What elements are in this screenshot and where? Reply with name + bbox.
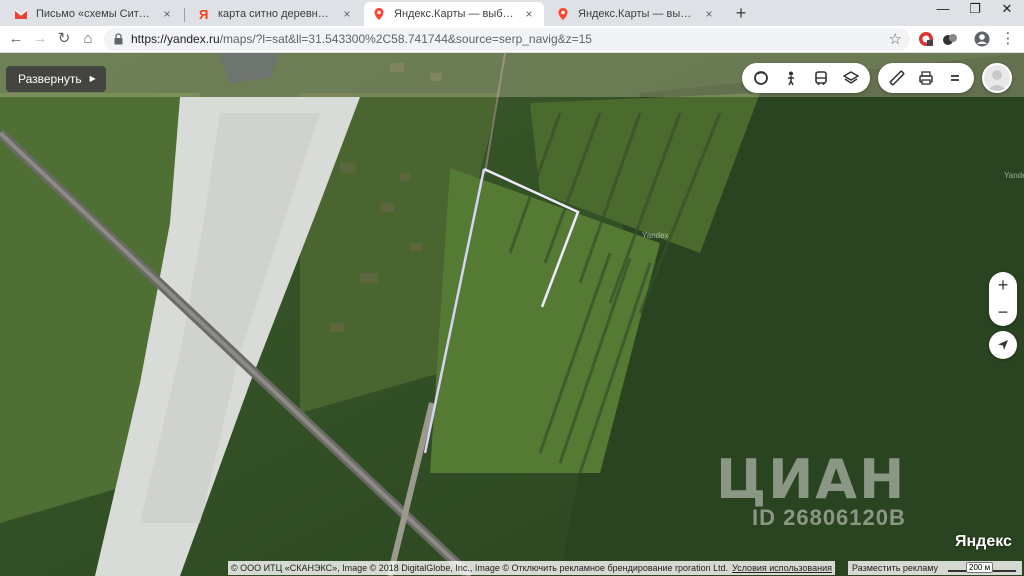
tab-divider bbox=[184, 8, 185, 22]
zoom-in-button[interactable]: + bbox=[989, 272, 1017, 299]
zoom-control: + − bbox=[989, 272, 1017, 326]
zoom-out-button[interactable]: − bbox=[989, 299, 1017, 326]
svg-text:Я: Я bbox=[199, 7, 208, 21]
close-icon[interactable]: × bbox=[522, 7, 536, 21]
map-top-band bbox=[0, 53, 1024, 97]
url-path: /maps/?l=sat&ll=31.543300%2C58.741744&so… bbox=[219, 32, 592, 46]
scale-label: 200 м bbox=[966, 562, 994, 573]
minimize-button[interactable]: — bbox=[928, 0, 958, 20]
traffic-icon bbox=[754, 71, 768, 85]
home-button[interactable]: ⌂ bbox=[78, 29, 98, 49]
map-tools-toolbar bbox=[878, 63, 974, 93]
extension-icon[interactable] bbox=[942, 31, 958, 47]
close-icon[interactable]: × bbox=[340, 7, 354, 21]
watermark-brand: ЦИАН bbox=[716, 448, 907, 511]
yandex-maps-pin-icon bbox=[556, 7, 570, 21]
layers-button[interactable] bbox=[836, 63, 866, 93]
expand-label: Развернуть bbox=[18, 72, 82, 86]
close-icon[interactable]: × bbox=[160, 7, 174, 21]
tab-title: Яндекс.Карты — выбирайте, гд bbox=[578, 8, 696, 20]
url-text: https://yandex.ru/maps/?l=sat&ll=31.5433… bbox=[131, 32, 592, 46]
copyright-text: © ООО ИТЦ «СКАНЭКС», Image © 2018 Digita… bbox=[231, 563, 729, 573]
watermark-id: ID 26806120В bbox=[752, 505, 906, 530]
hamburger-icon bbox=[951, 75, 960, 81]
tab-yandex-maps-active[interactable]: Яндекс.Карты — выбирайте, гд × bbox=[364, 2, 544, 26]
tab-title: карта ситно деревня великий н bbox=[218, 8, 334, 20]
panorama-person-icon bbox=[788, 71, 794, 86]
map-place-label: Yandex bbox=[1004, 171, 1024, 180]
bus-icon bbox=[815, 71, 827, 85]
panorama-button[interactable] bbox=[776, 63, 806, 93]
tab-yandex-maps[interactable]: Яндекс.Карты — выбирайте, гд × bbox=[548, 2, 724, 26]
user-avatar[interactable] bbox=[982, 63, 1012, 93]
yandex-logo: Яндекс bbox=[955, 533, 1012, 550]
chevron-right-icon: ▶ bbox=[89, 74, 96, 83]
close-icon[interactable]: × bbox=[702, 7, 716, 21]
extension-adblock-icon[interactable] bbox=[918, 31, 934, 47]
tab-strip: Письмо «схемы Ситно» — илья × Я карта си… bbox=[0, 0, 1024, 26]
layers-icon bbox=[843, 71, 859, 84]
advertise-link[interactable]: Разместить рекламу bbox=[848, 561, 942, 575]
map-copyright: © ООО ИТЦ «СКАНЭКС», Image © 2018 Digita… bbox=[228, 561, 835, 575]
scale-bar: 200 м bbox=[942, 561, 1022, 575]
url-host: https://yandex.ru bbox=[131, 32, 220, 46]
ruler-icon bbox=[889, 70, 905, 86]
expand-sidebar-button[interactable]: Развернуть ▶ bbox=[6, 66, 106, 92]
browser-toolbar: ← → ↻ ⌂ https://yandex.ru/maps/?l=sat&ll… bbox=[0, 26, 1024, 53]
address-bar[interactable]: https://yandex.ru/maps/?l=sat&ll=31.5433… bbox=[104, 28, 910, 51]
terms-link[interactable]: Условия использования bbox=[732, 561, 832, 575]
map-layers-toolbar bbox=[742, 63, 870, 93]
map-place-label: Yandex bbox=[642, 231, 669, 240]
close-window-button[interactable]: ✕ bbox=[992, 0, 1022, 20]
new-tab-button[interactable]: + bbox=[731, 4, 751, 22]
yandex-icon: Я bbox=[196, 7, 210, 22]
bookmark-star-icon[interactable]: ☆ bbox=[889, 30, 902, 48]
lock-icon bbox=[114, 33, 123, 45]
menu-icon[interactable]: ⋮ bbox=[998, 29, 1018, 49]
geolocation-button[interactable] bbox=[989, 331, 1017, 359]
back-button[interactable]: ← bbox=[6, 29, 26, 49]
menu-button[interactable] bbox=[941, 63, 970, 93]
tab-title: Яндекс.Карты — выбирайте, гд bbox=[394, 8, 516, 20]
restore-button[interactable]: ❐ bbox=[960, 0, 990, 20]
gmail-icon bbox=[14, 7, 28, 21]
tab-title: Письмо «схемы Ситно» — илья bbox=[36, 8, 154, 20]
map-viewport[interactable]: Развернуть ▶ + − Yandex Yand ЦИАН ID 268… bbox=[0, 53, 1024, 576]
cian-watermark: ЦИАН ID 26806120В bbox=[716, 448, 906, 531]
forward-button[interactable]: → bbox=[30, 29, 50, 49]
tab-gmail[interactable]: Письмо «схемы Ситно» — илья × bbox=[6, 2, 182, 26]
ruler-button[interactable] bbox=[882, 63, 911, 93]
yandex-maps-pin-icon bbox=[372, 7, 386, 21]
user-icon bbox=[987, 70, 1007, 91]
profile-icon[interactable] bbox=[974, 31, 990, 47]
traffic-button[interactable] bbox=[746, 63, 776, 93]
print-button[interactable] bbox=[911, 63, 940, 93]
printer-icon bbox=[919, 71, 933, 85]
tab-yandex-search[interactable]: Я карта ситно деревня великий н × bbox=[188, 2, 362, 26]
location-arrow-icon bbox=[998, 340, 1008, 350]
transport-button[interactable] bbox=[806, 63, 836, 93]
reload-button[interactable]: ↻ bbox=[54, 29, 74, 49]
